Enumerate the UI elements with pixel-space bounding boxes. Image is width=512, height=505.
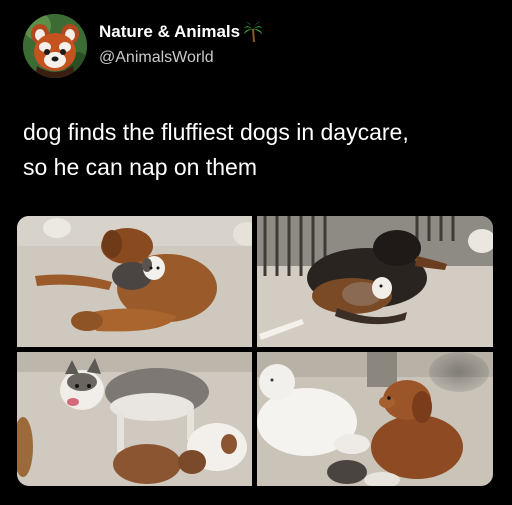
- dog-lying-on-black-tan-dog-photo[interactable]: [257, 216, 493, 347]
- poodle-and-setter-photo[interactable]: [257, 352, 493, 486]
- husky-and-dogs-photo[interactable]: [17, 352, 252, 486]
- palm-tree-icon: [243, 21, 263, 43]
- display-name[interactable]: Nature & Animals: [99, 22, 240, 42]
- dog-lying-on-golden-dog-photo[interactable]: [17, 216, 252, 347]
- tweet-text: dog finds the fluffiest dogs in daycare,…: [23, 115, 493, 185]
- user-handle[interactable]: @AnimalsWorld: [99, 49, 263, 67]
- tweet-text-line: dog finds the fluffiest dogs in daycare,: [23, 119, 409, 145]
- avatar[interactable]: [23, 14, 87, 78]
- image-glare: [429, 352, 489, 392]
- tweet-text-line: so he can nap on them: [23, 154, 257, 180]
- author-block: Nature & Animals @AnimalsWorld: [99, 20, 263, 67]
- photo-grid: [17, 216, 493, 486]
- display-name-row: Nature & Animals: [99, 20, 263, 44]
- tweet-post: Nature & Animals @AnimalsWorld dog finds…: [0, 0, 512, 505]
